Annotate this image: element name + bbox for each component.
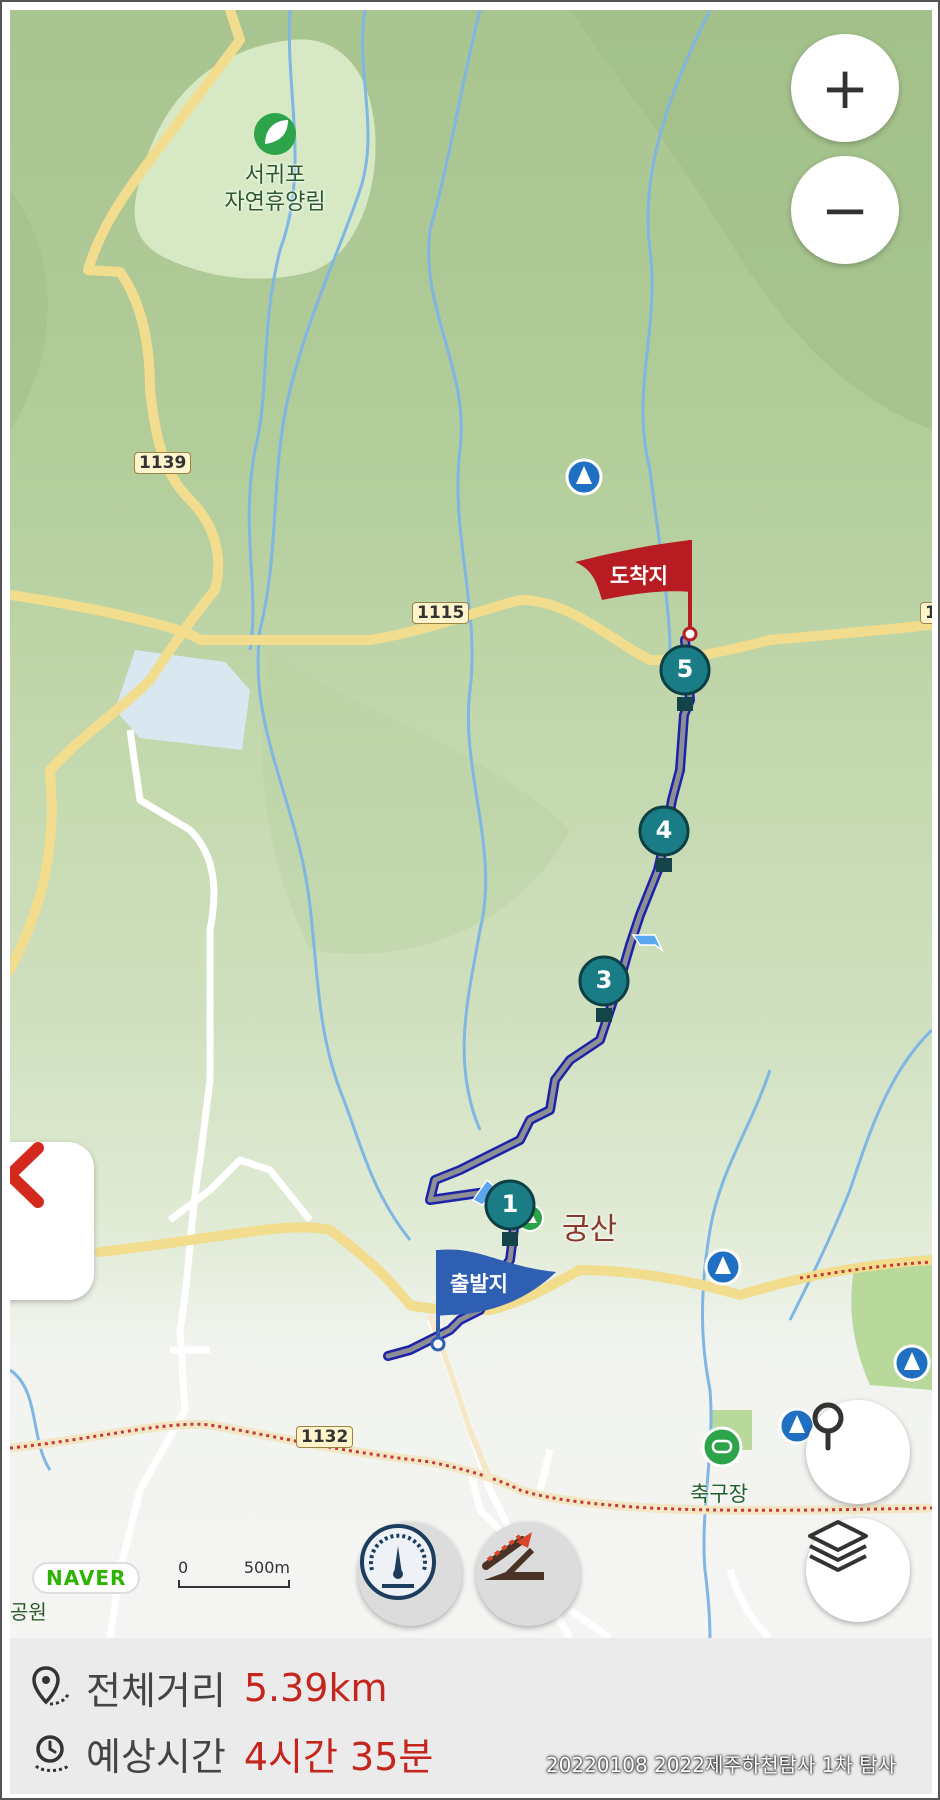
mountain-label: 궁산 — [562, 1212, 618, 1247]
tree-icon — [893, 1344, 931, 1382]
stadium-icon — [701, 1426, 743, 1468]
location-pin-icon — [812, 1402, 844, 1451]
time-value: 4시간 35분 — [243, 1735, 434, 1779]
scale-line — [178, 1580, 290, 1588]
layers-icon — [808, 1520, 868, 1572]
road-shield: 1139 — [134, 452, 192, 474]
time-row: 예상시간 4시간 35분 — [32, 1726, 433, 1781]
scale-zero-label: 0 — [178, 1558, 189, 1577]
scale-distance-label: 500m — [243, 1558, 290, 1577]
road-shield: 1132 — [296, 1426, 354, 1448]
tree-icon — [704, 1248, 742, 1286]
road-shield: 1115 — [412, 602, 470, 624]
map-edge-label: 공원 — [10, 1600, 47, 1624]
screen-frame: 1139 1115 1132 1 서귀포 자연휴양림 궁산 축구장 출발지 도착… — [0, 0, 940, 1800]
time-pin-icon — [34, 1734, 69, 1772]
waypoint-number: 1 — [501, 1190, 519, 1218]
speedometer-button[interactable] — [358, 1522, 462, 1626]
collapse-panel-button[interactable] — [10, 1142, 94, 1300]
waypoint-number: 4 — [655, 816, 673, 844]
scale-bar: 0 500m — [178, 1558, 290, 1592]
tree-icon — [565, 458, 603, 496]
chevron-left-icon — [10, 1142, 44, 1208]
distance-value: 5.39km — [243, 1665, 388, 1710]
map-layers-button[interactable] — [806, 1518, 910, 1622]
distance-label: 전체거리 — [86, 1669, 226, 1713]
forest-park-label: 서귀포 자연휴양림 — [224, 163, 326, 215]
road-shield: 1 — [920, 602, 932, 624]
route-info-panel: 전체거리 5.39km 예상시간 4시간 35분 20220108 2022제주… — [10, 1638, 932, 1794]
map-canvas[interactable] — [10, 10, 932, 1638]
elevation-profile-button[interactable] — [476, 1522, 580, 1626]
start-flag-label: 출발지 — [450, 1272, 508, 1296]
speedometer-icon — [360, 1524, 436, 1600]
distance-pin-icon — [32, 1665, 70, 1705]
elevation-chart-icon — [482, 1532, 544, 1581]
waypoint-number: 3 — [595, 966, 613, 994]
leaf-icon — [254, 113, 296, 155]
zoom-in-button[interactable]: + — [791, 34, 899, 142]
soccer-field-label: 축구장 — [690, 1482, 748, 1506]
photo-watermark: 20220108 2022제주하천탐사 1차 탐사 — [545, 1753, 896, 1777]
zoom-out-button[interactable]: − — [791, 156, 899, 264]
distance-row: 전체거리 5.39km — [32, 1660, 387, 1715]
my-location-button[interactable] — [806, 1400, 910, 1504]
end-flag-label: 도착지 — [610, 564, 668, 588]
naver-logo: NAVER — [32, 1562, 141, 1594]
map-view[interactable]: 1139 1115 1132 1 서귀포 자연휴양림 궁산 축구장 출발지 도착… — [10, 10, 932, 1638]
time-label: 예상시간 — [86, 1735, 226, 1779]
waypoint-number: 5 — [676, 655, 694, 683]
